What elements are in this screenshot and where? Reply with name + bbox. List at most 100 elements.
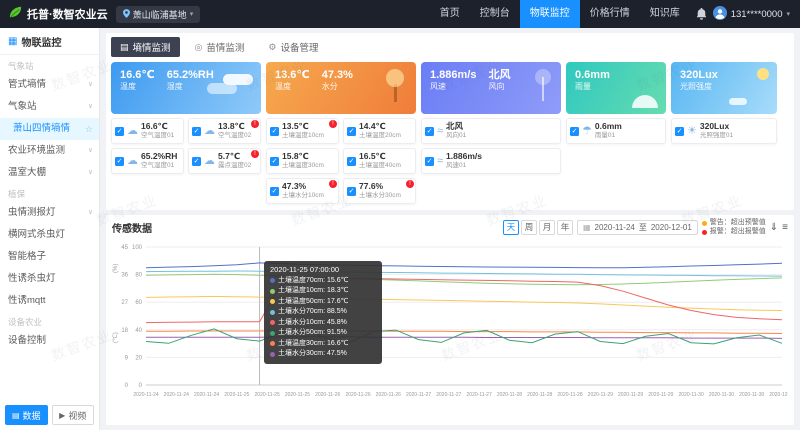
card-value-label: 雨量 (575, 82, 610, 92)
date-from[interactable]: 2020-11-24 (595, 223, 635, 232)
legend-dot (702, 221, 707, 226)
svg-text:40: 40 (135, 327, 142, 333)
card-value: 16.6℃温度 (120, 69, 155, 107)
alarm-badge: ! (406, 180, 414, 188)
nav-item-价格行情[interactable]: 价格行情 (580, 0, 640, 28)
sidebar-section-设备农业: 设备农业 (0, 312, 99, 330)
video-toggle-button[interactable]: ▶视频 (52, 405, 95, 425)
sidebar-item-智能格子[interactable]: 智能格子 (0, 246, 99, 268)
sidebar-item-设备控制[interactable]: 设备控制 (0, 330, 99, 352)
legend-dot (702, 230, 707, 235)
range-button-周[interactable]: 周 (521, 220, 537, 235)
sidebar-item-气象站[interactable]: 气象站∨ (0, 96, 99, 118)
checkbox-icon[interactable]: ✓ (270, 187, 279, 196)
sensor-chip-空气温度01[interactable]: ✓☁16.6℃空气温度01 (111, 118, 184, 144)
sensor-chip-土壤温度40cm[interactable]: ✓16.5℃土壤温度40cm (343, 148, 416, 174)
sidebar-item-萧山四情墒情[interactable]: 萧山四情墒情☆ (0, 118, 99, 140)
sidebar-item-农业环境监测[interactable]: 农业环境监测∨ (0, 140, 99, 162)
legend-label: 警告：超出预警值 (710, 219, 766, 228)
sensor-chip-土壤温度30cm[interactable]: ✓15.8℃土壤温度30cm (266, 148, 339, 174)
checkbox-icon[interactable]: ✓ (347, 157, 356, 166)
sensor-chip-土壤水分10cm[interactable]: ✓47.3%土壤水分10cm! (266, 178, 339, 204)
nav-item-知识库[interactable]: 知识库 (640, 0, 690, 28)
checkbox-icon[interactable]: ✓ (675, 127, 684, 136)
sidebar-item-label: 智能格子 (8, 246, 46, 268)
sidebar-item-性诱杀虫灯[interactable]: 性诱杀虫灯 (0, 268, 99, 290)
sensor-value: 320Lux (700, 122, 733, 132)
user-menu[interactable]: 131****0000 ▾ (713, 6, 790, 23)
date-to[interactable]: 2020-12-01 (651, 223, 692, 232)
svg-text:9: 9 (125, 355, 129, 361)
sidebar-item-性诱mqtt[interactable]: 性诱mqtt (0, 290, 99, 312)
checkbox-icon[interactable]: ✓ (115, 127, 124, 136)
tooltip-series-value: 土壤水分70cm: 88.5% (278, 307, 347, 318)
sensor-column-wind: 1.886m/s风速北风风向✓≈北风风向01✓≈1.886m/s风速01 (421, 62, 561, 204)
sensor-chip-风速01[interactable]: ✓≈1.886m/s风速01 (421, 148, 561, 174)
checkbox-icon[interactable]: ✓ (270, 127, 279, 136)
sidebar-item-横网式杀虫灯[interactable]: 横网式杀虫灯 (0, 224, 99, 246)
tooltip-series-value: 土壤水分10cm: 45.8% (278, 318, 347, 329)
cloud-icon: ☁ (204, 156, 215, 167)
sensor-chip-grid: ✓≈北风风向01 ✓≈1.886m/s风速01 (421, 118, 561, 174)
sensor-chip-text: 77.6%土壤水分30cm (359, 182, 401, 199)
nav-item-控制台[interactable]: 控制台 (470, 0, 520, 28)
sensor-chip-text: 65.2%RH空气湿度01 (141, 152, 177, 169)
sensor-name: 空气温度02 (218, 132, 251, 139)
checkbox-icon[interactable]: ✓ (570, 127, 579, 136)
weather-card-soil: 13.6℃温度47.3%水分 (266, 62, 416, 114)
sidebar-item-虫情测报灯[interactable]: 虫情测报灯∨ (0, 202, 99, 224)
sensor-chip-空气湿度01[interactable]: ✓☁65.2%RH空气湿度01 (111, 148, 184, 174)
date-range-picker[interactable]: ▦ 2020-11-24 至 2020-12-01 (577, 220, 698, 235)
tab-soil-moisture[interactable]: ▤墒情监测 (111, 37, 180, 57)
sensor-value: 14.4℃ (359, 122, 401, 132)
checkbox-icon[interactable]: ✓ (347, 187, 356, 196)
svg-text:(%): (%) (113, 263, 119, 272)
sensor-chip-空气温度02[interactable]: ✓☁13.8℃空气温度02! (188, 118, 261, 144)
sensor-chip-雨量01[interactable]: ✓☂0.6mm雨量01 (566, 118, 666, 144)
sensor-chip-grid: ✓13.5℃土壤温度10cm!✓14.4℃土壤温度20cm✓15.8℃土壤温度3… (266, 118, 416, 204)
svg-text:2020-11-28: 2020-11-28 (497, 392, 522, 398)
sensor-chip-露点温度02[interactable]: ✓☁5.7℃露点温度02! (188, 148, 261, 174)
tooltip-series-value: 土壤水分50cm: 91.5% (278, 328, 347, 339)
checkbox-icon[interactable]: ✓ (192, 127, 201, 136)
data-toggle-button[interactable]: ▤数据 (5, 405, 48, 425)
sensor-data-panel: 传感数据 天周月年 ▦ 2020-11-24 至 2020-12-01 警告：超… (106, 215, 794, 425)
range-button-天[interactable]: 天 (503, 220, 519, 235)
location-selector[interactable]: 萧山临浦基地 ▾ (116, 6, 201, 23)
download-icon[interactable]: ⇓ (770, 223, 778, 233)
star-icon[interactable]: ☆ (85, 118, 93, 140)
chevron-down-icon: ∨ (88, 74, 93, 96)
nav-item-首页[interactable]: 首页 (430, 0, 470, 28)
sensor-chip-土壤水分30cm[interactable]: ✓77.6%土壤水分30cm! (343, 178, 416, 204)
checkbox-icon[interactable]: ✓ (192, 157, 201, 166)
card-value-number: 北风 (488, 69, 510, 82)
range-button-月[interactable]: 月 (539, 220, 555, 235)
tab-seedling-monitor[interactable]: ◎苗情监测 (186, 37, 254, 57)
svg-text:0: 0 (139, 383, 143, 389)
sensor-chip-风向01[interactable]: ✓≈北风风向01 (421, 118, 561, 144)
svg-text:2020-11-28: 2020-11-28 (557, 392, 582, 398)
svg-text:2020-11-29: 2020-11-29 (618, 392, 643, 398)
tooltip-row: 土壤水分30cm: 47.5% (270, 349, 376, 360)
sidebar-item-label: 管式墒情 (8, 74, 46, 96)
checkbox-icon[interactable]: ✓ (115, 157, 124, 166)
tab-bar: ▤墒情监测 ◎苗情监测 ⚙设备管理 (111, 37, 789, 57)
sidebar-item-管式墒情[interactable]: 管式墒情 ∨ (0, 74, 99, 96)
checkbox-icon[interactable]: ✓ (425, 157, 434, 166)
nav-item-物联监控[interactable]: 物联监控 (520, 0, 580, 28)
card-value-label: 光照强度 (680, 82, 718, 92)
sidebar-item-label: 设备控制 (8, 330, 46, 352)
sensor-chip-土壤温度20cm[interactable]: ✓14.4℃土壤温度20cm (343, 118, 416, 144)
checkbox-icon[interactable]: ✓ (347, 127, 356, 136)
sidebar-item-温室大棚[interactable]: 温室大棚∨ (0, 162, 99, 184)
notification-bell-icon[interactable] (696, 8, 707, 20)
svg-text:2020-11-25: 2020-11-25 (255, 392, 280, 398)
checkbox-icon[interactable]: ✓ (270, 157, 279, 166)
sensor-line-chart: 0020940186027803610045(%)(℃)2020-11-2420… (112, 239, 788, 403)
range-button-年[interactable]: 年 (557, 220, 573, 235)
checkbox-icon[interactable]: ✓ (425, 127, 434, 136)
menu-icon[interactable]: ≡ (782, 223, 788, 233)
sensor-chip-光照强度01[interactable]: ✓☀320Lux光照强度01 (671, 118, 777, 144)
sensor-chip-土壤温度10cm[interactable]: ✓13.5℃土壤温度10cm! (266, 118, 339, 144)
tab-device-management[interactable]: ⚙设备管理 (259, 37, 327, 57)
